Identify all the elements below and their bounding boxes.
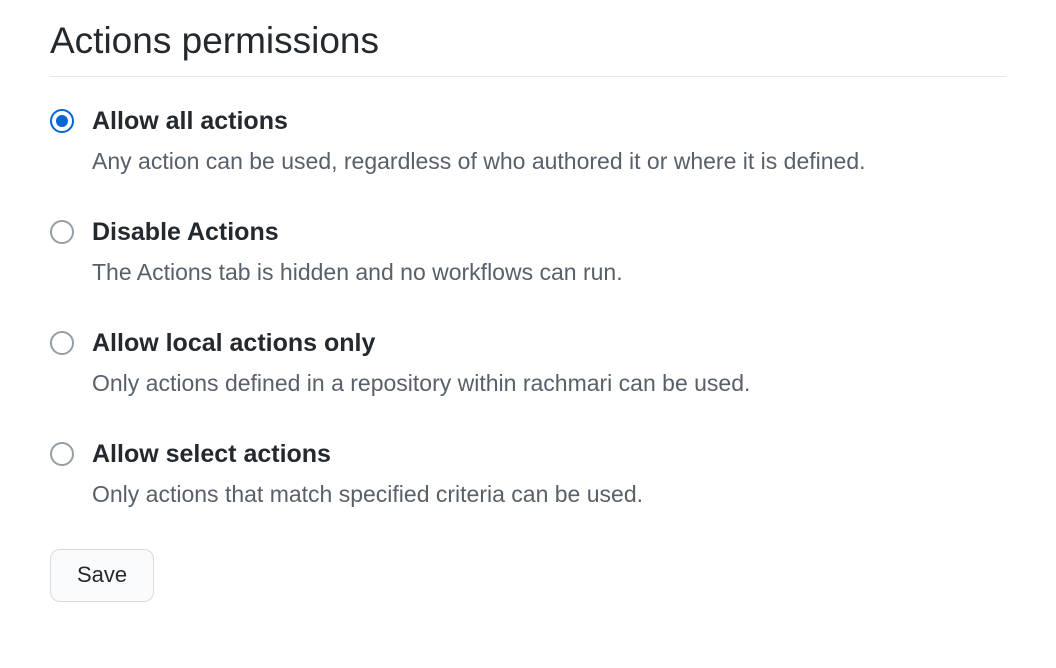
- option-description: Any action can be used, regardless of wh…: [92, 144, 1006, 179]
- save-button[interactable]: Save: [50, 549, 154, 602]
- option-title: Disable Actions: [92, 216, 1006, 249]
- option-allow-all[interactable]: Allow all actions Any action can be used…: [50, 105, 1006, 178]
- radio-disable[interactable]: [50, 220, 74, 244]
- option-title: Allow select actions: [92, 438, 1006, 471]
- radio-allow-local[interactable]: [50, 331, 74, 355]
- radio-allow-all[interactable]: [50, 109, 74, 133]
- option-allow-select[interactable]: Allow select actions Only actions that m…: [50, 438, 1006, 511]
- option-description: The Actions tab is hidden and no workflo…: [92, 255, 1006, 290]
- option-allow-local[interactable]: Allow local actions only Only actions de…: [50, 327, 1006, 400]
- option-title: Allow local actions only: [92, 327, 1006, 360]
- actions-permissions-options: Allow all actions Any action can be used…: [50, 105, 1006, 511]
- radio-allow-select[interactable]: [50, 442, 74, 466]
- option-description: Only actions that match specified criter…: [92, 477, 1006, 512]
- option-title: Allow all actions: [92, 105, 1006, 138]
- section-title: Actions permissions: [50, 20, 1006, 77]
- option-description: Only actions defined in a repository wit…: [92, 366, 1006, 401]
- option-disable[interactable]: Disable Actions The Actions tab is hidde…: [50, 216, 1006, 289]
